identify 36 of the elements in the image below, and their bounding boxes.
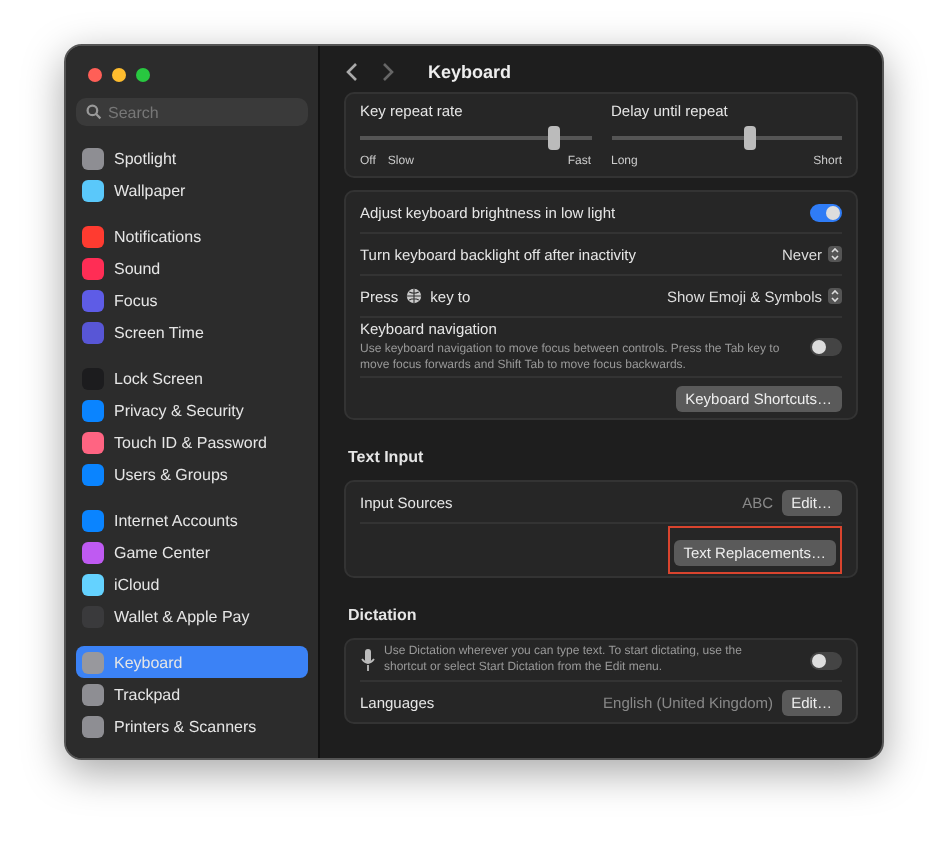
sidebar-item[interactable]: iCloud: [76, 568, 308, 600]
sidebar-item[interactable]: Focus: [76, 284, 308, 316]
slider-thumb[interactable]: [743, 126, 756, 150]
toggle-switch[interactable]: [810, 338, 842, 356]
zoom-button[interactable]: [136, 68, 150, 82]
back-icon[interactable]: [344, 62, 360, 82]
toggle-switch[interactable]: [810, 203, 842, 221]
slider[interactable]: [360, 126, 591, 150]
chevron-up-down-icon: [828, 246, 842, 262]
sidebar-item[interactable]: Users & Groups: [76, 458, 308, 490]
forward-icon[interactable]: [380, 62, 396, 82]
sidebar-item[interactable]: Screen Time: [76, 316, 308, 348]
globe-icon: [406, 288, 423, 304]
sidebar-item[interactable]: Sound: [76, 252, 308, 284]
sidebar-item[interactable]: Touch ID & Password: [76, 426, 308, 458]
section-heading: Text Input: [346, 446, 426, 468]
chevron-up-down-icon: [828, 288, 842, 304]
search-field[interactable]: Search: [76, 98, 308, 126]
slider[interactable]: [611, 126, 842, 150]
toggle-switch[interactable]: [810, 651, 842, 669]
sidebar-item[interactable]: Internet Accounts: [76, 504, 308, 536]
sidebar-item[interactable]: Notifications: [76, 220, 308, 252]
sidebar-item[interactable]: Wallpaper: [76, 174, 308, 206]
section-heading: Dictation: [346, 604, 419, 626]
microphone-icon: [360, 648, 376, 672]
page-title: Keyboard: [428, 62, 512, 82]
sidebar-item[interactable]: Wallet & Apple Pay: [76, 600, 308, 632]
slider-thumb[interactable]: [548, 126, 561, 150]
sidebar-item[interactable]: Printers & Scanners: [76, 710, 308, 742]
minimize-button[interactable]: [112, 68, 126, 82]
sidebar-item[interactable]: Privacy & Security: [76, 394, 308, 426]
sidebar-item[interactable]: Spotlight: [76, 142, 308, 174]
close-button[interactable]: [88, 68, 102, 82]
sidebar-item[interactable]: Trackpad: [76, 678, 308, 710]
sidebar-item[interactable]: Lock Screen: [76, 362, 308, 394]
sidebar-item[interactable]: Game Center: [76, 536, 308, 568]
